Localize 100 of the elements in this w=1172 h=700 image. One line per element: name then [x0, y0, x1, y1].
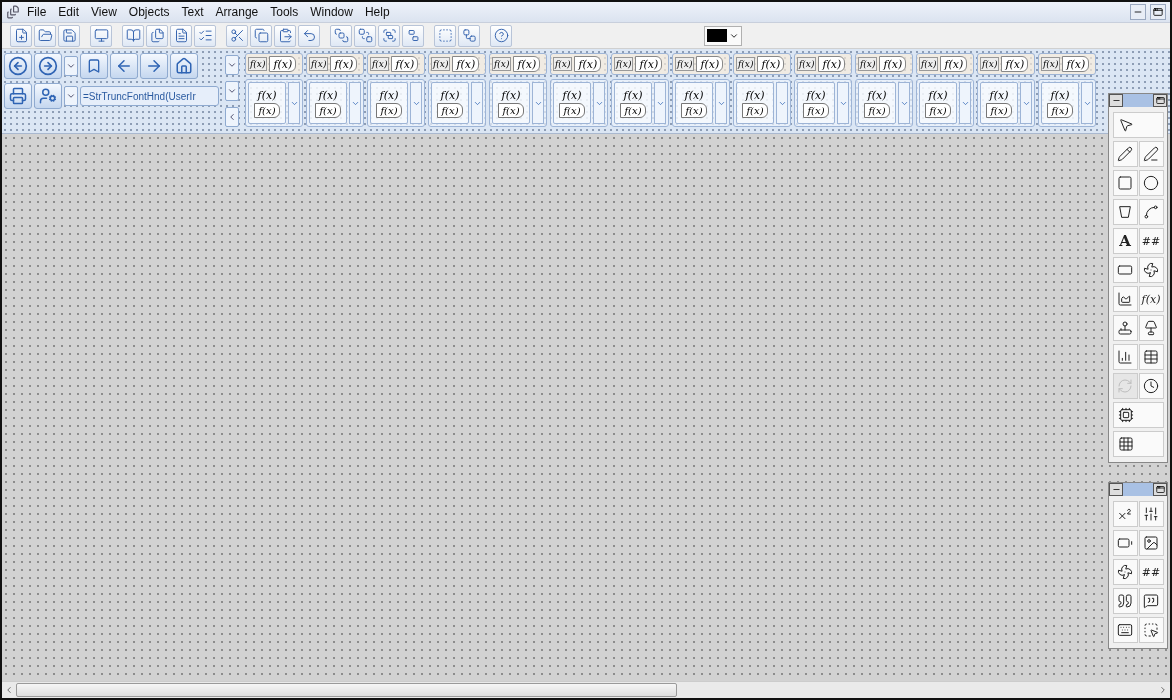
formula-button[interactable]: f(x) — [309, 57, 329, 71]
menu-item[interactable]: Edit — [53, 5, 85, 19]
quote-tool[interactable] — [1112, 588, 1138, 614]
circle-tool[interactable] — [1138, 170, 1164, 196]
files-button[interactable] — [146, 24, 168, 47]
new-file-button[interactable] — [10, 24, 32, 47]
menu-item[interactable]: View — [86, 5, 122, 19]
formula-button[interactable]: f(x) — [269, 56, 297, 72]
formula-button[interactable]: f(x) — [391, 56, 419, 72]
menu-item[interactable]: Text — [176, 5, 209, 19]
formula-button[interactable]: f(x) — [437, 102, 463, 118]
home-button[interactable] — [170, 53, 198, 79]
formula-button[interactable]: f(x) — [919, 57, 939, 71]
formula-button[interactable]: f(x) — [818, 56, 846, 72]
formula-button[interactable]: f(x) — [980, 57, 1000, 71]
user-button[interactable] — [34, 83, 62, 109]
curve-tool[interactable] — [1138, 199, 1164, 225]
quote-bubble-tool[interactable] — [1138, 588, 1164, 614]
rectangle-tool[interactable] — [1112, 257, 1138, 283]
restore-button[interactable] — [1153, 94, 1167, 107]
superscript-tool[interactable] — [1112, 501, 1138, 527]
menu-item[interactable]: Window — [305, 5, 358, 19]
lamp-tool[interactable] — [1138, 315, 1164, 341]
formula-button[interactable]: f(x) — [498, 102, 524, 118]
keyboard-tool[interactable] — [1112, 617, 1138, 643]
formula-button[interactable]: f(x) — [248, 57, 268, 71]
fan-tool[interactable] — [1112, 559, 1138, 585]
arrow-right-button[interactable] — [140, 53, 168, 79]
image-tool[interactable] — [1138, 530, 1164, 556]
back-button[interactable] — [4, 53, 32, 79]
formula-button[interactable]: f(x) — [614, 57, 634, 71]
area-chart-tool[interactable] — [1112, 286, 1138, 312]
formula-button[interactable]: f(x) — [574, 56, 602, 72]
horizontal-scrollbar[interactable] — [2, 681, 1170, 698]
scroll-thumb[interactable] — [16, 683, 678, 697]
formula-button[interactable]: f(x) — [513, 56, 541, 72]
table-tool[interactable] — [1138, 344, 1164, 370]
paste-button[interactable] — [274, 24, 296, 47]
cut-button[interactable] — [226, 24, 248, 47]
dropdown-button[interactable] — [64, 56, 78, 76]
grid-tool[interactable] — [1112, 431, 1164, 457]
group-button[interactable] — [378, 24, 400, 47]
formula-button[interactable]: f(x) — [559, 102, 585, 118]
book-button[interactable] — [122, 24, 144, 47]
scroll-left-button[interactable] — [225, 107, 239, 127]
pointer-tool[interactable] — [1112, 112, 1164, 138]
dropdown-button[interactable] — [225, 81, 239, 101]
copy-button[interactable] — [250, 24, 272, 47]
menu-item[interactable]: Help — [359, 5, 395, 19]
minimize-button[interactable] — [1109, 483, 1123, 496]
formula-button[interactable]: f(x) — [376, 102, 402, 118]
formula-button[interactable]: f(x) — [635, 56, 663, 72]
formula-button[interactable]: f(x) — [675, 57, 695, 71]
palette-tool[interactable]: A — [1112, 228, 1138, 254]
dropdown-button[interactable] — [64, 86, 78, 106]
formula-button[interactable]: f(x) — [431, 57, 451, 71]
folder-button[interactable] — [34, 24, 56, 47]
joystick-tool[interactable] — [1112, 315, 1138, 341]
formula-button[interactable]: f(x) — [681, 102, 707, 118]
color-picker[interactable] — [704, 25, 742, 46]
forward-button[interactable] — [34, 53, 62, 79]
formula-button[interactable]: f(x) — [696, 56, 724, 72]
monitor-button[interactable] — [90, 24, 112, 47]
formula-button[interactable]: f(x) — [757, 56, 785, 72]
palette-tool[interactable]: ## — [1138, 228, 1164, 254]
pen-line-tool[interactable] — [1138, 141, 1164, 167]
formula-button[interactable]: f(x) — [797, 57, 817, 71]
send-back-button[interactable] — [354, 24, 376, 47]
pencil-tool[interactable] — [1112, 141, 1138, 167]
checklist-button[interactable] — [194, 24, 216, 47]
bring-front-button[interactable] — [330, 24, 352, 47]
formula-button[interactable]: f(x) — [1001, 56, 1029, 72]
formula-button[interactable]: f(x) — [986, 102, 1012, 118]
formula-button[interactable]: f(x) — [925, 102, 951, 118]
sliders-tool[interactable] — [1138, 501, 1164, 527]
print-button[interactable] — [4, 83, 32, 109]
help-button[interactable] — [490, 24, 512, 47]
expression-field[interactable]: =StrTruncFontHnd(UserIr — [80, 86, 219, 106]
formula-button[interactable]: f(x) — [553, 57, 573, 71]
undo-button[interactable] — [298, 24, 320, 47]
document-button[interactable] — [170, 24, 192, 47]
nodes-button[interactable] — [458, 24, 480, 47]
formula-button[interactable]: f(x) — [736, 57, 756, 71]
formula-button[interactable]: f(x) — [803, 102, 829, 118]
trapezoid-tool[interactable] — [1112, 199, 1138, 225]
formula-button[interactable]: f(x) — [370, 57, 390, 71]
battery-tool[interactable] — [1112, 530, 1138, 556]
formula-button[interactable]: f(x) — [330, 56, 358, 72]
menu-item[interactable]: File — [22, 5, 52, 19]
formula-button[interactable]: f(x) — [254, 102, 280, 118]
formula-button[interactable]: f(x) — [864, 102, 890, 118]
menu-item[interactable]: Objects — [123, 5, 175, 19]
formula-button[interactable]: f(x) — [879, 56, 907, 72]
formula-button[interactable]: f(x) — [1062, 56, 1090, 72]
bookmark-button[interactable] — [80, 53, 108, 79]
ungroup-button[interactable] — [402, 24, 424, 47]
arrow-left-button[interactable] — [110, 53, 138, 79]
menu-item[interactable]: Arrange — [210, 5, 264, 19]
palette-tool[interactable]: f(x) — [1138, 286, 1164, 312]
formula-button[interactable]: f(x) — [452, 56, 480, 72]
